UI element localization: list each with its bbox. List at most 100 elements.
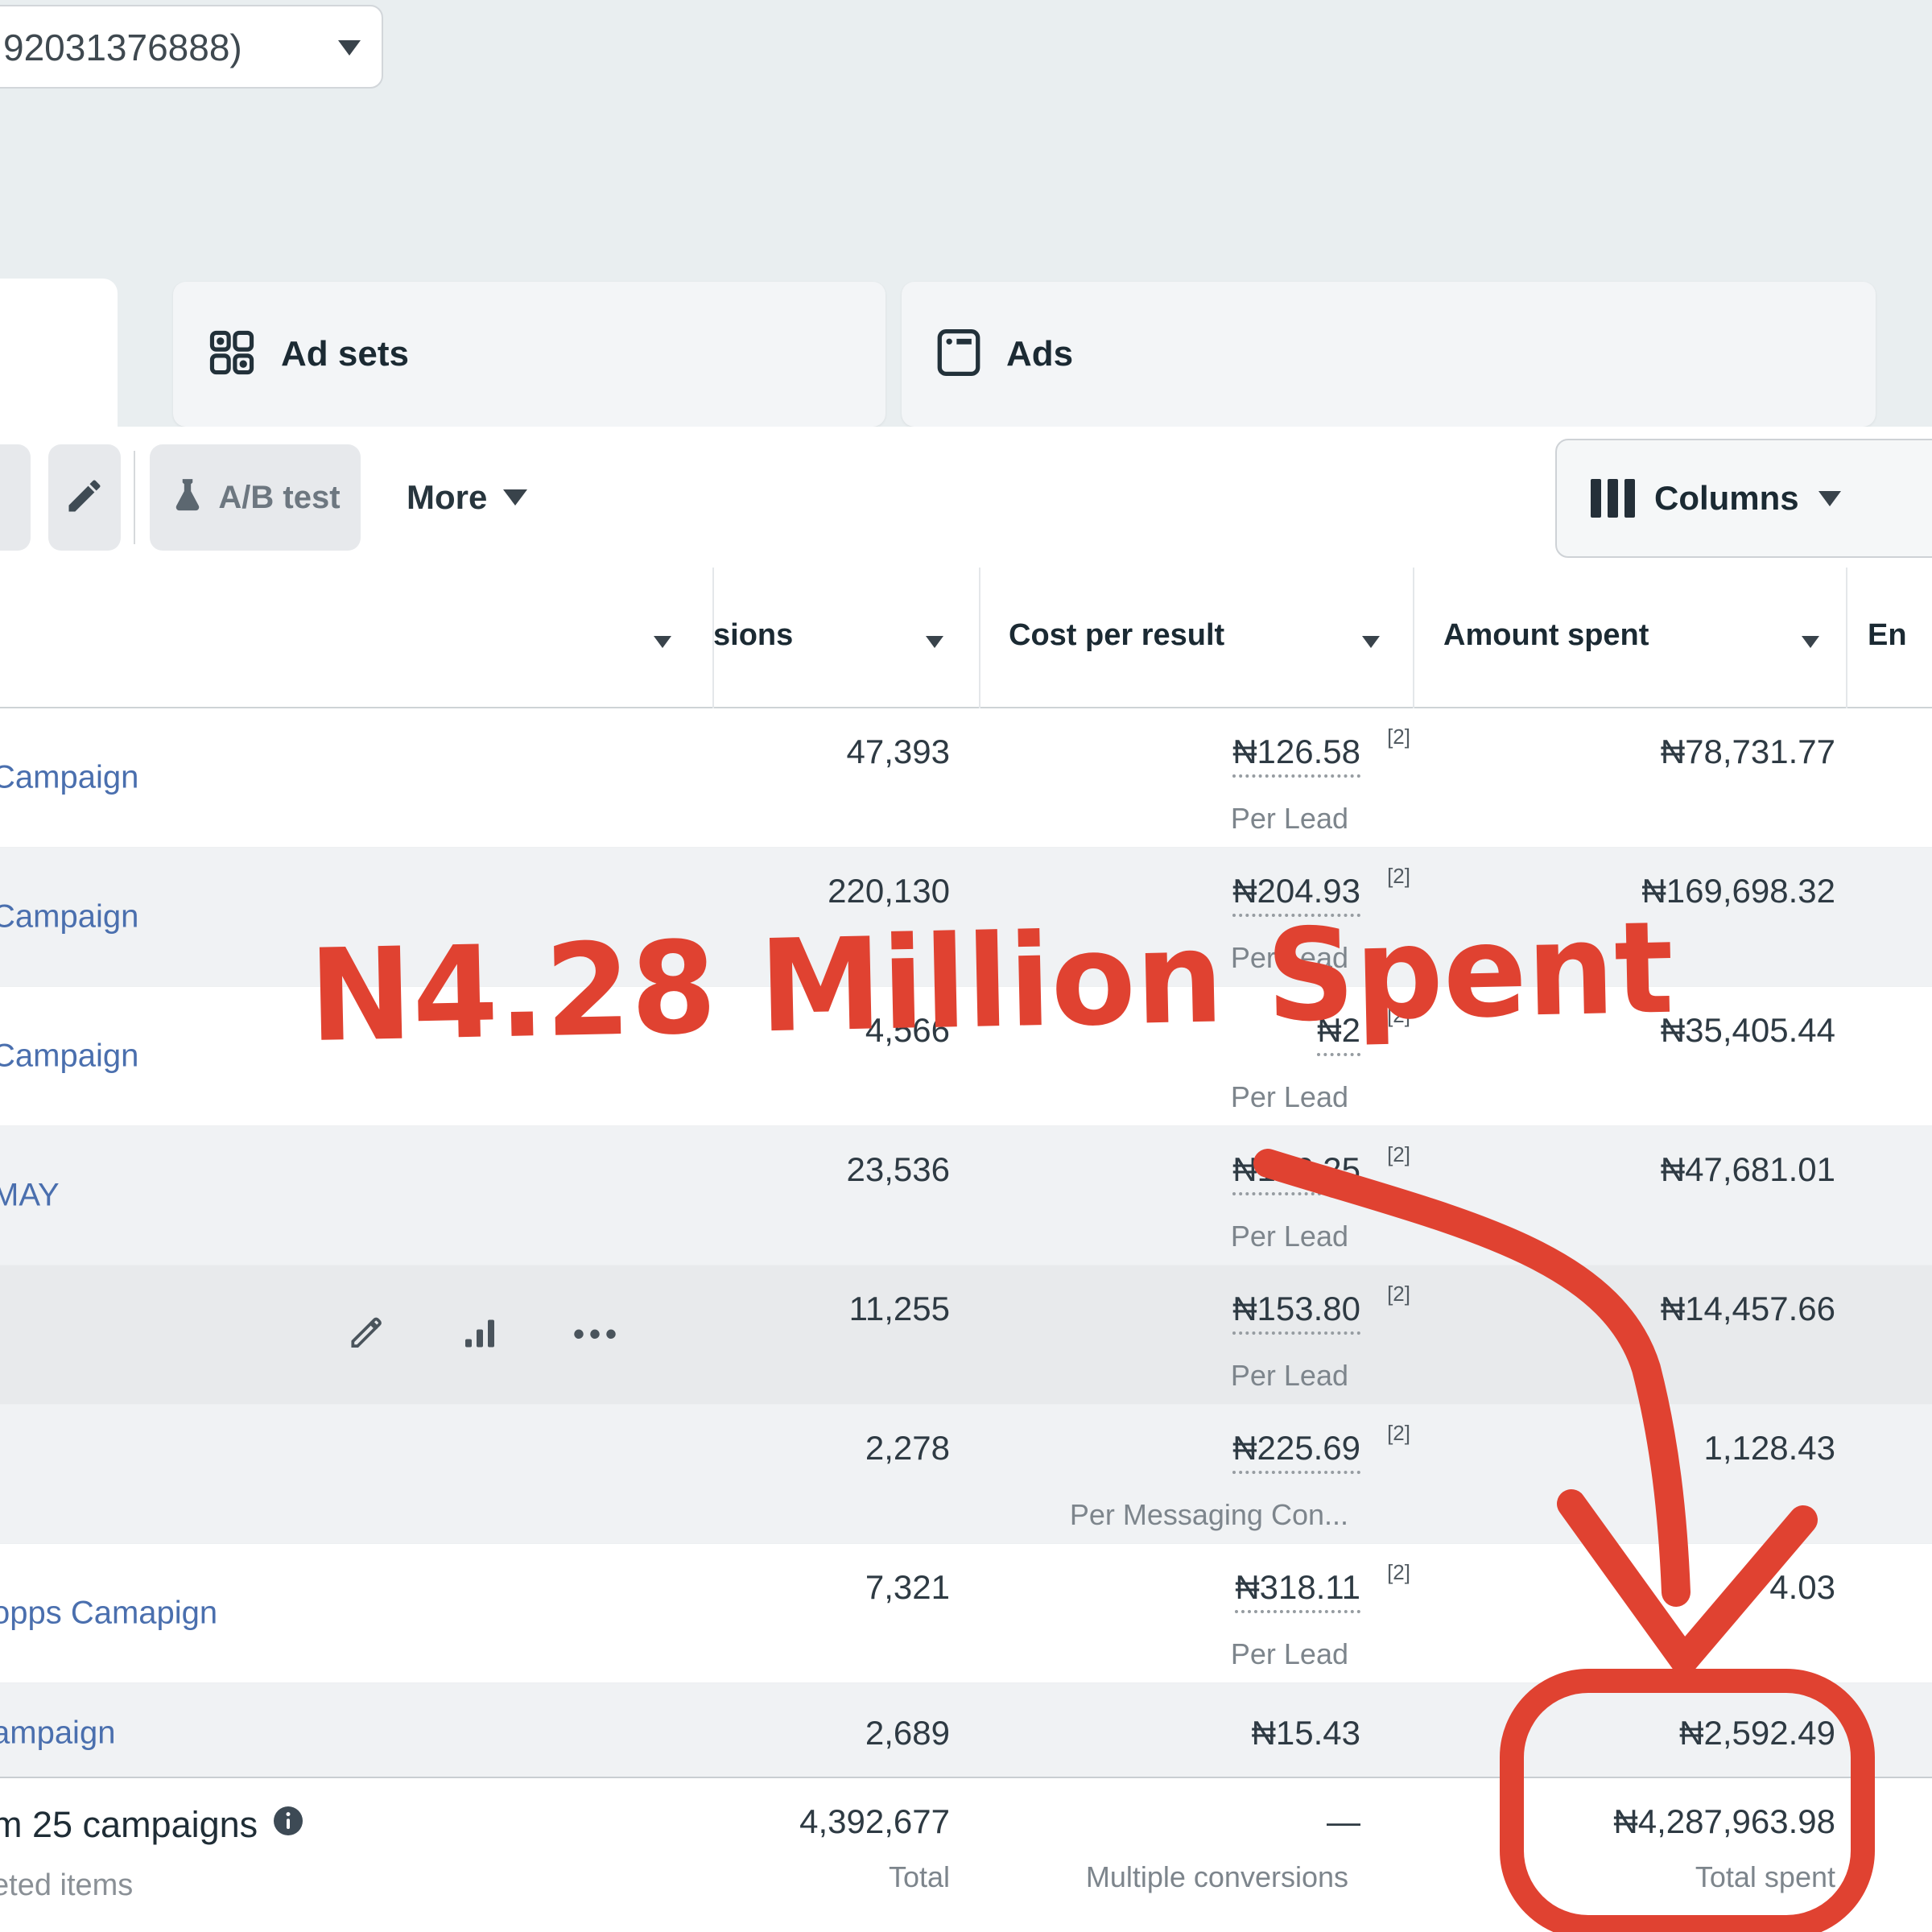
cost-value: ₦186.25	[1232, 1150, 1360, 1195]
campaign-link[interactable]: ampaign	[0, 1715, 115, 1751]
ab-test-button[interactable]: A/B test	[150, 444, 361, 551]
amount-column-sort[interactable]	[1802, 636, 1819, 652]
chevron-down-icon	[503, 489, 527, 506]
cost-value: ₦318.11	[1235, 1568, 1360, 1613]
cost-per-result-cell: ₦186.25[2]	[1006, 1150, 1360, 1189]
column-header-ends[interactable]: En	[1868, 618, 1907, 653]
more-options-icon[interactable]: •••	[573, 1317, 621, 1353]
impressions-cell: 11,255	[724, 1290, 950, 1328]
flask-icon	[170, 476, 205, 520]
grid-icon	[207, 328, 257, 382]
table-row: ampaign2,689₦15.43Per Instagram Profile …	[0, 1682, 1932, 1782]
totals-impressions: 4,392,677	[684, 1802, 950, 1841]
result-type-label: Per Lead	[886, 941, 1348, 975]
footnote-marker: [2]	[1387, 1142, 1410, 1167]
cost-per-result-cell: ₦15.43	[1006, 1714, 1360, 1752]
cost-value: ₦204.93	[1232, 872, 1360, 917]
ads-manager-screen: 92031376888) Ad sets Ads	[0, 0, 1932, 1932]
footnote-marker: [2]	[1387, 864, 1410, 889]
campaign-link[interactable]: MAY	[0, 1178, 60, 1214]
table-rows: Campaign47,393₦126.58[2]Per Lead₦78,731.…	[0, 708, 1932, 1782]
impressions-cell: 7,321	[724, 1568, 950, 1607]
amount-spent-cell: ₦47,681.01	[1497, 1150, 1835, 1189]
table-row: Campaign47,393₦126.58[2]Per Lead₦78,731.…	[0, 708, 1932, 847]
table-row: Campaign4,566₦2[2]Per Lead₦35,405.44	[0, 986, 1932, 1125]
result-type-label: Per Lead	[886, 802, 1348, 836]
footnote-marker: [2]	[1387, 1282, 1410, 1307]
tab-ad-sets-label: Ad sets	[281, 334, 409, 374]
cost-per-result-cell: ₦153.80[2]	[1006, 1290, 1360, 1328]
edit-button[interactable]	[48, 444, 121, 551]
campaign-link[interactable]: Campaign	[0, 1038, 138, 1075]
cost-value: ₦225.69	[1232, 1429, 1360, 1474]
campaign-link[interactable]: Campaign	[0, 760, 138, 796]
cost-value: ₦153.80	[1232, 1290, 1360, 1335]
pencil-icon	[64, 475, 105, 521]
impressions-cell: 2,689	[724, 1714, 950, 1752]
result-type-label: Per Lead	[886, 1080, 1348, 1114]
column-header-impressions[interactable]: sions	[713, 618, 793, 653]
totals-name-text: m 25 campaigns	[0, 1804, 258, 1846]
amount-spent-cell: ₦35,405.44	[1497, 1011, 1835, 1050]
edit-pencil-icon[interactable]	[346, 1313, 386, 1357]
amount-spent-cell: 1,128.43	[1497, 1429, 1835, 1468]
campaign-link[interactable]: opps Camapign	[0, 1596, 217, 1632]
column-header-amount-spent[interactable]: Amount spent	[1443, 618, 1649, 653]
cost-per-result-cell: ₦2[2]	[1006, 1011, 1360, 1050]
more-button[interactable]: More	[407, 444, 527, 551]
cost-column-sort[interactable]	[1362, 636, 1380, 652]
amount-spent-cell: ₦2,592.49	[1497, 1714, 1835, 1752]
footnote-marker: [2]	[1387, 1003, 1410, 1028]
tab-ads-label: Ads	[1006, 334, 1073, 374]
account-dropdown-value: 92031376888)	[3, 26, 242, 69]
totals-amount-spent: ₦4,287,963.98	[1473, 1802, 1835, 1841]
more-label: More	[407, 478, 487, 517]
amount-spent-cell: ₦169,698.32	[1497, 872, 1835, 910]
cost-per-result-cell: ₦225.69[2]	[1006, 1429, 1360, 1468]
impressions-cell: 23,536	[724, 1150, 950, 1189]
columns-icon	[1591, 479, 1635, 518]
cost-per-result-cell: ₦204.93[2]	[1006, 872, 1360, 910]
totals-name-sub: eted items	[0, 1868, 133, 1903]
totals-cost-label: Multiple conversions	[886, 1860, 1348, 1894]
impressions-column-sort[interactable]	[926, 636, 943, 652]
footnote-marker: [2]	[1387, 724, 1410, 749]
info-icon[interactable]	[272, 1804, 304, 1846]
tab-ads[interactable]: Ads	[902, 282, 1876, 427]
impressions-cell: 2,278	[724, 1429, 950, 1468]
row-hover-actions[interactable]: •••	[346, 1313, 621, 1357]
ab-test-label: A/B test	[218, 480, 340, 516]
cost-per-result-cell: ₦126.58[2]	[1006, 733, 1360, 771]
chart-icon[interactable]	[460, 1314, 499, 1356]
result-type-label: Per Lead	[886, 1637, 1348, 1671]
table-row: opps Camapign 7,321 ₦318.11 [2] Per Lead 4.03	[0, 1543, 1932, 1682]
cost-value: ₦126.58	[1232, 733, 1360, 778]
campaign-link[interactable]: Campaign	[0, 899, 138, 935]
columns-button[interactable]: Columns	[1555, 439, 1932, 558]
chevron-down-icon	[338, 40, 361, 56]
column-header-cost-per-result[interactable]: Cost per result	[1009, 618, 1224, 653]
totals-row: m 25 campaigns eted items 4,392,677 Tota…	[0, 1777, 1932, 1932]
account-dropdown[interactable]: 92031376888)	[0, 5, 383, 89]
tab-ad-sets[interactable]: Ad sets	[173, 282, 886, 427]
table-row: MAY23,536₦186.25[2]Per Lead₦47,681.01	[0, 1125, 1932, 1265]
cost-value: ₦2	[1317, 1011, 1360, 1056]
totals-amount-spent-label: Total spent	[1473, 1860, 1835, 1894]
columns-label: Columns	[1654, 479, 1799, 518]
impressions-cell: 47,393	[724, 733, 950, 771]
amount-spent-cell: ₦14,457.66	[1497, 1290, 1835, 1328]
amount-spent-cell: 4.03	[1497, 1568, 1835, 1607]
table-row: •••11,255₦153.80[2]Per Lead₦14,457.66	[0, 1265, 1932, 1404]
ads-icon	[935, 327, 982, 382]
footnote-marker: [2]	[1387, 1560, 1410, 1585]
toolbar-partial-button[interactable]	[0, 444, 31, 551]
result-type-label: Per Lead	[886, 1220, 1348, 1253]
impressions-cell: 4,566	[724, 1011, 950, 1050]
table-row: 2,278₦225.69[2]Per Messaging Con...1,128…	[0, 1404, 1932, 1543]
result-type-label: Per Lead	[886, 1359, 1348, 1393]
totals-name: m 25 campaigns	[0, 1804, 304, 1846]
name-column-sort[interactable]	[654, 636, 671, 652]
totals-cost: —	[1006, 1802, 1360, 1841]
chevron-down-icon	[1818, 491, 1841, 506]
cost-value: ₦15.43	[1252, 1714, 1360, 1752]
